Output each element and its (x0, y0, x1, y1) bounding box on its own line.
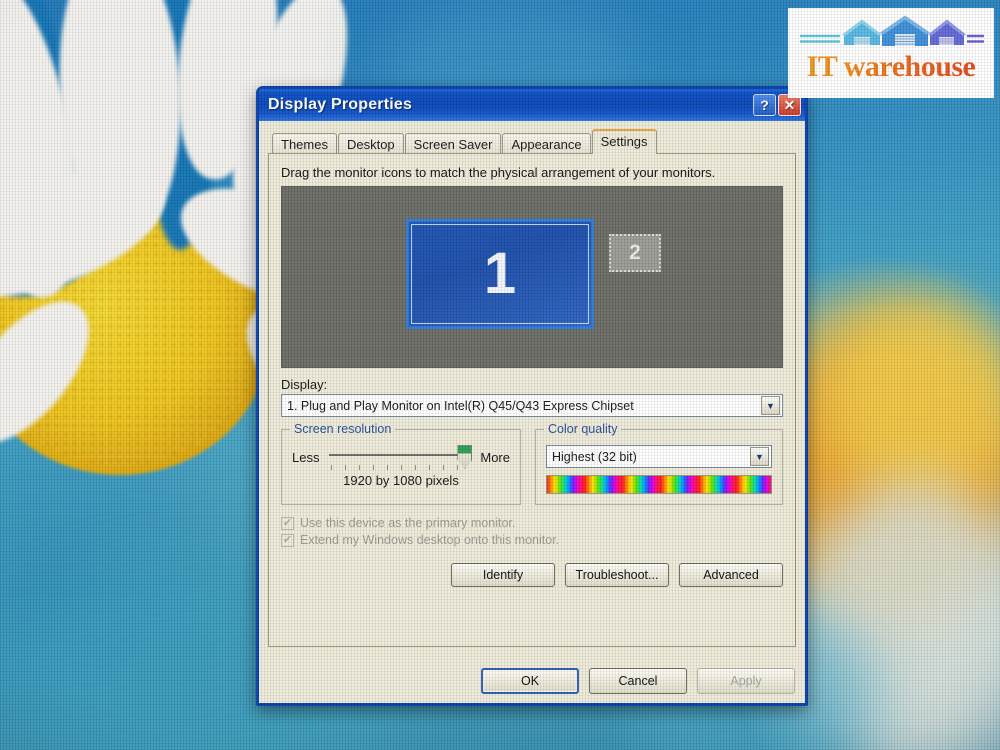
checkbox-icon[interactable]: ✔ (281, 516, 294, 530)
settings-tab-panel: Drag the monitor icons to match the phys… (268, 153, 796, 647)
display-select[interactable]: 1. Plug and Play Monitor on Intel(R) Q45… (281, 394, 783, 417)
warehouse-houses-icon (800, 15, 984, 46)
warehouse-logo-icon (796, 14, 986, 50)
tab-desktop[interactable]: Desktop (337, 133, 404, 155)
tab-strip: Themes Desktop Screen Saver Appearance S… (268, 129, 796, 155)
house-right (928, 19, 966, 45)
logo-line-right (967, 34, 984, 43)
monitor-arrangement-preview[interactable]: 1 2 (281, 186, 783, 368)
monitor-options: ✔ Use this device as the primary monitor… (281, 516, 783, 547)
extend-desktop-label: Extend my Windows desktop onto this moni… (300, 533, 560, 547)
ok-button[interactable]: OK (481, 668, 579, 694)
it-warehouse-watermark: IT warehouse (788, 8, 994, 98)
settings-groups: Screen resolution Less More 1920 by 1080… (281, 422, 783, 505)
desktop-screenshot: Display Properties ? ✕ Themes Desktop Sc… (0, 0, 1000, 750)
dialog-footer-buttons: OK Cancel Apply (481, 668, 795, 694)
logo-line-left (800, 34, 840, 43)
chevron-down-icon[interactable]: ▼ (761, 396, 780, 415)
display-label: Display: (281, 377, 328, 392)
slider-track (329, 454, 461, 456)
dialog-title-bar: Display Properties ? ✕ (259, 89, 805, 121)
checkbox-icon[interactable]: ✔ (281, 533, 294, 547)
help-icon[interactable]: ? (753, 94, 776, 116)
screen-resolution-title: Screen resolution (290, 422, 396, 436)
monitor-1-number: 1 (483, 241, 517, 306)
dialog-title: Display Properties (268, 96, 413, 113)
color-quality-group: Color quality Highest (32 bit) ▼ (535, 422, 783, 505)
primary-monitor-label: Use this device as the primary monitor. (300, 516, 516, 530)
monitor-2-number: 2 (629, 241, 641, 264)
slider-ticks (331, 465, 465, 470)
color-quality-title: Color quality (544, 422, 622, 436)
troubleshoot-button[interactable]: Troubleshoot... (565, 563, 669, 587)
dialog-body: Themes Desktop Screen Saver Appearance S… (259, 121, 805, 703)
resolution-value-text: 1920 by 1080 pixels (343, 473, 459, 488)
color-quality-value: Highest (32 bit) (552, 449, 637, 464)
slider-more-label: More (480, 449, 510, 465)
resolution-slider-row: Less More (292, 443, 510, 471)
display-properties-dialog: Display Properties ? ✕ Themes Desktop Sc… (256, 86, 808, 706)
screen-resolution-group: Screen resolution Less More 1920 by 1080… (281, 422, 521, 505)
tab-appearance[interactable]: Appearance (502, 133, 591, 155)
settings-action-buttons: Identify Troubleshoot... Advanced (281, 563, 783, 587)
tab-settings[interactable]: Settings (591, 129, 657, 154)
color-spectrum-strip (546, 475, 772, 494)
chevron-down-icon[interactable]: ▼ (750, 447, 769, 466)
primary-monitor-checkbox-row[interactable]: ✔ Use this device as the primary monitor… (281, 516, 783, 530)
color-quality-select[interactable]: Highest (32 bit) ▼ (546, 445, 772, 468)
house-center (880, 15, 930, 46)
house-left (842, 19, 882, 45)
cancel-button[interactable]: Cancel (589, 668, 687, 694)
display-select-value: 1. Plug and Play Monitor on Intel(R) Q45… (287, 398, 634, 413)
identify-button[interactable]: Identify (451, 563, 555, 587)
tab-themes[interactable]: Themes (272, 133, 337, 155)
resolution-slider[interactable] (325, 443, 474, 471)
slider-less-label: Less (292, 449, 320, 465)
drag-monitors-hint: Drag the monitor icons to match the phys… (281, 165, 716, 180)
monitor-icon-1[interactable]: 1 (406, 219, 594, 329)
tab-screen-saver[interactable]: Screen Saver (404, 133, 502, 155)
monitor-icon-2[interactable]: 2 (609, 234, 661, 272)
extend-desktop-checkbox-row[interactable]: ✔ Extend my Windows desktop onto this mo… (281, 533, 783, 547)
advanced-button[interactable]: Advanced (679, 563, 783, 587)
apply-button: Apply (697, 668, 795, 694)
watermark-brand-text: IT warehouse (796, 50, 986, 84)
